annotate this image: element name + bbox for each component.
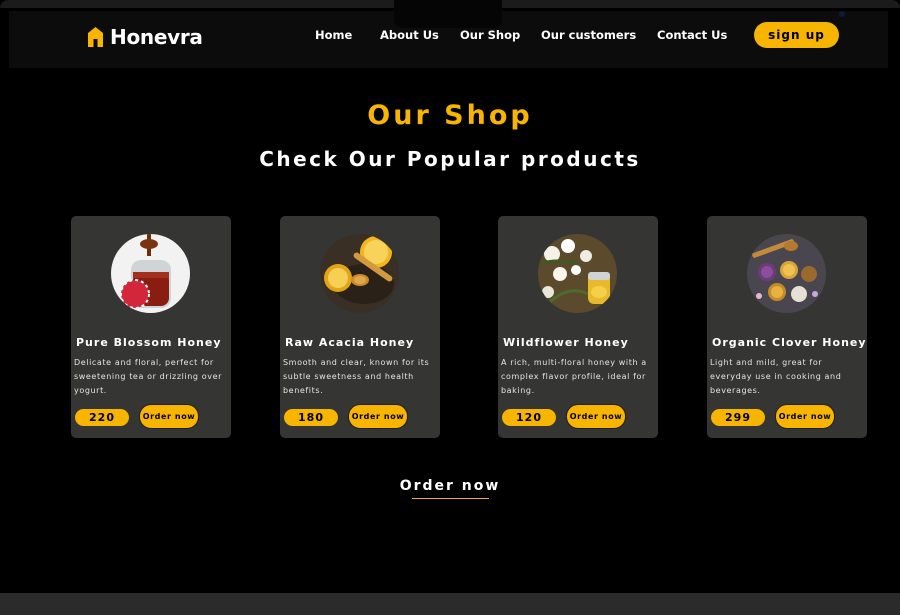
laptop-screen: Honevra Home About Us Our Shop Our custo…: [0, 0, 900, 615]
product-card: Wildflower Honey A rich, multi-floral ho…: [498, 216, 658, 438]
product-price: 220: [75, 409, 129, 426]
product-price: 299: [711, 409, 765, 426]
order-now-underline: [412, 498, 489, 499]
product-name: Pure Blossom Honey: [76, 336, 222, 349]
product-name: Organic Clover Honey: [712, 336, 867, 349]
brand-logo[interactable]: Honevra: [87, 25, 203, 49]
product-name: Wildflower Honey: [503, 336, 629, 349]
order-now-link[interactable]: Order now: [0, 478, 900, 494]
order-now-button[interactable]: Order now: [566, 404, 626, 429]
product-card: Raw Acacia Honey Smooth and clear, known…: [280, 216, 440, 438]
wildflower-honey-image: [538, 234, 617, 313]
product-description: Light and mild, great for everyday use i…: [710, 358, 842, 395]
honey-jar-image: [111, 234, 190, 313]
house-icon: [88, 27, 103, 47]
product-description: Smooth and clear, known for its subtle s…: [283, 358, 430, 395]
product-description: Delicate and floral, perfect for sweeten…: [74, 358, 222, 395]
honey-bowls-image: [747, 234, 826, 313]
camera-dot: [839, 11, 845, 17]
section-subtitle: Check Our Popular products: [259, 147, 641, 171]
nav-our-shop[interactable]: Our Shop: [460, 28, 520, 42]
order-now-button[interactable]: Order now: [348, 404, 408, 429]
camera-notch: [394, 0, 845, 28]
product-price: 180: [284, 409, 338, 426]
signup-button[interactable]: sign up: [754, 22, 839, 48]
order-now-button[interactable]: Order now: [139, 404, 199, 429]
product-description: A rich, multi-floral honey with a comple…: [501, 358, 647, 395]
nav-about-us[interactable]: About Us: [380, 28, 439, 42]
product-card: Organic Clover Honey Light and mild, gre…: [707, 216, 867, 438]
order-now-button[interactable]: Order now: [775, 404, 835, 429]
laptop-bezel-bottom: [0, 593, 900, 615]
lemon-honey-dipper-image: [320, 234, 399, 313]
product-price: 120: [502, 409, 556, 426]
brand-name: Honevra: [110, 25, 203, 49]
product-card: Pure Blossom Honey Delicate and floral, …: [71, 216, 231, 438]
nav-our-customers[interactable]: Our customers: [541, 28, 636, 42]
nav-home[interactable]: Home: [315, 28, 352, 42]
product-name: Raw Acacia Honey: [285, 336, 415, 349]
nav-contact-us[interactable]: Contact Us: [657, 28, 727, 42]
section-title: Our Shop: [367, 100, 533, 131]
